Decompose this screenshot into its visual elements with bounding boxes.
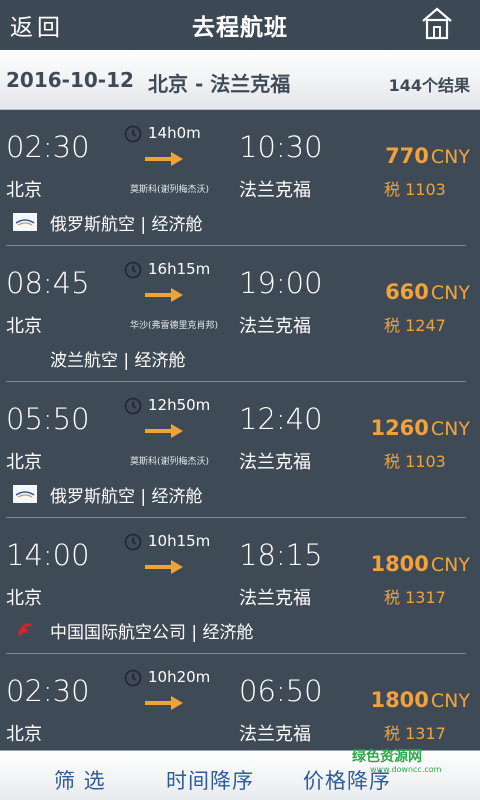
arrival-time: 19:00 — [239, 266, 323, 300]
clock-icon — [124, 397, 142, 415]
price-currency: CNY — [430, 282, 470, 304]
arrow-right-icon — [145, 696, 183, 710]
price: 1800 CNY — [370, 552, 470, 576]
tax: 税 1247 — [384, 316, 446, 335]
airline-cabin: 俄罗斯航空 | 经济舱 — [50, 487, 203, 507]
aeroflot-logo-icon — [13, 213, 37, 231]
price: 1800 CNY — [370, 688, 470, 712]
departure-city: 北京 — [6, 452, 42, 473]
flight-list[interactable]: 02:30 14h0m 10:30 北京 莫斯科(谢列梅杰沃) 法兰克福 770… — [0, 110, 480, 750]
departure-time: 14:00 — [6, 538, 90, 572]
arrow-right-icon — [145, 152, 183, 166]
price-currency: CNY — [430, 690, 470, 712]
flight-item[interactable]: 08:45 16h15m 19:00 北京 华沙(弗雷德里克肖邦) 法兰克福 6… — [0, 246, 480, 382]
arrival-time: 06:50 — [239, 674, 323, 708]
watermark-text: 绿色资源网 — [352, 749, 422, 765]
transfer-city: 莫斯科(谢列梅杰沃) — [130, 457, 210, 467]
tax: 税 1317 — [384, 588, 446, 607]
tax: 税 1103 — [384, 452, 446, 471]
arrow-right-icon — [145, 560, 183, 574]
flight-duration: 16h15m — [148, 260, 211, 278]
departure-time: 02:30 — [6, 674, 90, 708]
aeroflot-logo-icon — [13, 485, 37, 503]
flight-duration: 14h0m — [148, 124, 201, 142]
flight-item[interactable]: 02:30 10h20m 06:50 北京 法兰克福 1800 CNY 税 131… — [0, 654, 480, 750]
tax: 税 1103 — [384, 180, 446, 199]
route-label: 北京 - 法兰克福 — [148, 72, 291, 96]
arrival-city: 法兰克福 — [239, 724, 311, 745]
tax: 税 1317 — [384, 724, 446, 743]
departure-time: 05:50 — [6, 402, 90, 436]
departure-time: 02:30 — [6, 130, 90, 164]
departure-city: 北京 — [6, 180, 42, 201]
arrow-right-icon — [145, 424, 183, 438]
price-value: 1800 — [370, 688, 429, 712]
clock-icon — [124, 261, 142, 279]
clock-icon — [124, 533, 142, 551]
watermark-url: www.downcc.com — [370, 765, 442, 774]
flight-duration: 12h50m — [148, 396, 211, 414]
flight-duration: 10h15m — [148, 532, 211, 550]
airchina-logo-icon — [18, 623, 32, 637]
price-value: 660 — [385, 280, 429, 304]
price-currency: CNY — [430, 554, 470, 576]
price-currency: CNY — [430, 146, 470, 168]
home-icon[interactable] — [420, 6, 454, 40]
flight-item[interactable]: 05:50 12h50m 12:40 北京 莫斯科(谢列梅杰沃) 法兰克福 12… — [0, 382, 480, 518]
departure-city: 北京 — [6, 316, 42, 337]
price-value: 1800 — [370, 552, 429, 576]
price-currency: CNY — [430, 418, 470, 440]
clock-icon — [124, 669, 142, 687]
search-summary-bar: 2016-10-12 北京 - 法兰克福 144个结果 — [0, 50, 480, 110]
arrival-city: 法兰克福 — [239, 316, 311, 337]
arrival-time: 18:15 — [239, 538, 323, 572]
arrival-city: 法兰克福 — [239, 588, 311, 609]
transfer-city: 莫斯科(谢列梅杰沃) — [130, 185, 210, 195]
filter-button[interactable]: 筛 选 — [54, 765, 106, 795]
arrival-city: 法兰克福 — [239, 452, 311, 473]
flight-item[interactable]: 02:30 14h0m 10:30 北京 莫斯科(谢列梅杰沃) 法兰克福 770… — [0, 110, 480, 246]
departure-time: 08:45 — [6, 266, 90, 300]
header-bar: 返回 去程航班 — [0, 0, 480, 50]
transfer-city: 华沙(弗雷德里克肖邦) — [130, 321, 219, 331]
arrival-time: 10:30 — [239, 130, 323, 164]
sort-by-time-button[interactable]: 时间降序 — [166, 765, 254, 795]
price: 770 CNY — [385, 144, 470, 168]
arrival-time: 12:40 — [239, 402, 323, 436]
departure-city: 北京 — [6, 588, 42, 609]
price: 660 CNY — [385, 280, 470, 304]
travel-date: 2016-10-12 — [6, 68, 134, 92]
price-value: 770 — [385, 144, 429, 168]
page-title: 去程航班 — [192, 15, 288, 41]
arrow-right-icon — [145, 288, 183, 302]
flight-duration: 10h20m — [148, 668, 211, 686]
price: 1260 CNY — [370, 416, 470, 440]
arrival-city: 法兰克福 — [239, 180, 311, 201]
airline-cabin: 波兰航空 | 经济舱 — [50, 351, 186, 371]
flight-item[interactable]: 14:00 10h15m 18:15 北京 法兰克福 1800 CNY 税 131… — [0, 518, 480, 654]
departure-city: 北京 — [6, 724, 42, 745]
price-value: 1260 — [370, 416, 429, 440]
watermark: 绿色资源网 www.downcc.com — [352, 746, 441, 774]
airline-cabin: 俄罗斯航空 | 经济舱 — [50, 215, 203, 235]
airline-cabin: 中国国际航空公司 | 经济舱 — [50, 623, 254, 643]
clock-icon — [124, 125, 142, 143]
result-count: 144个结果 — [388, 76, 470, 95]
